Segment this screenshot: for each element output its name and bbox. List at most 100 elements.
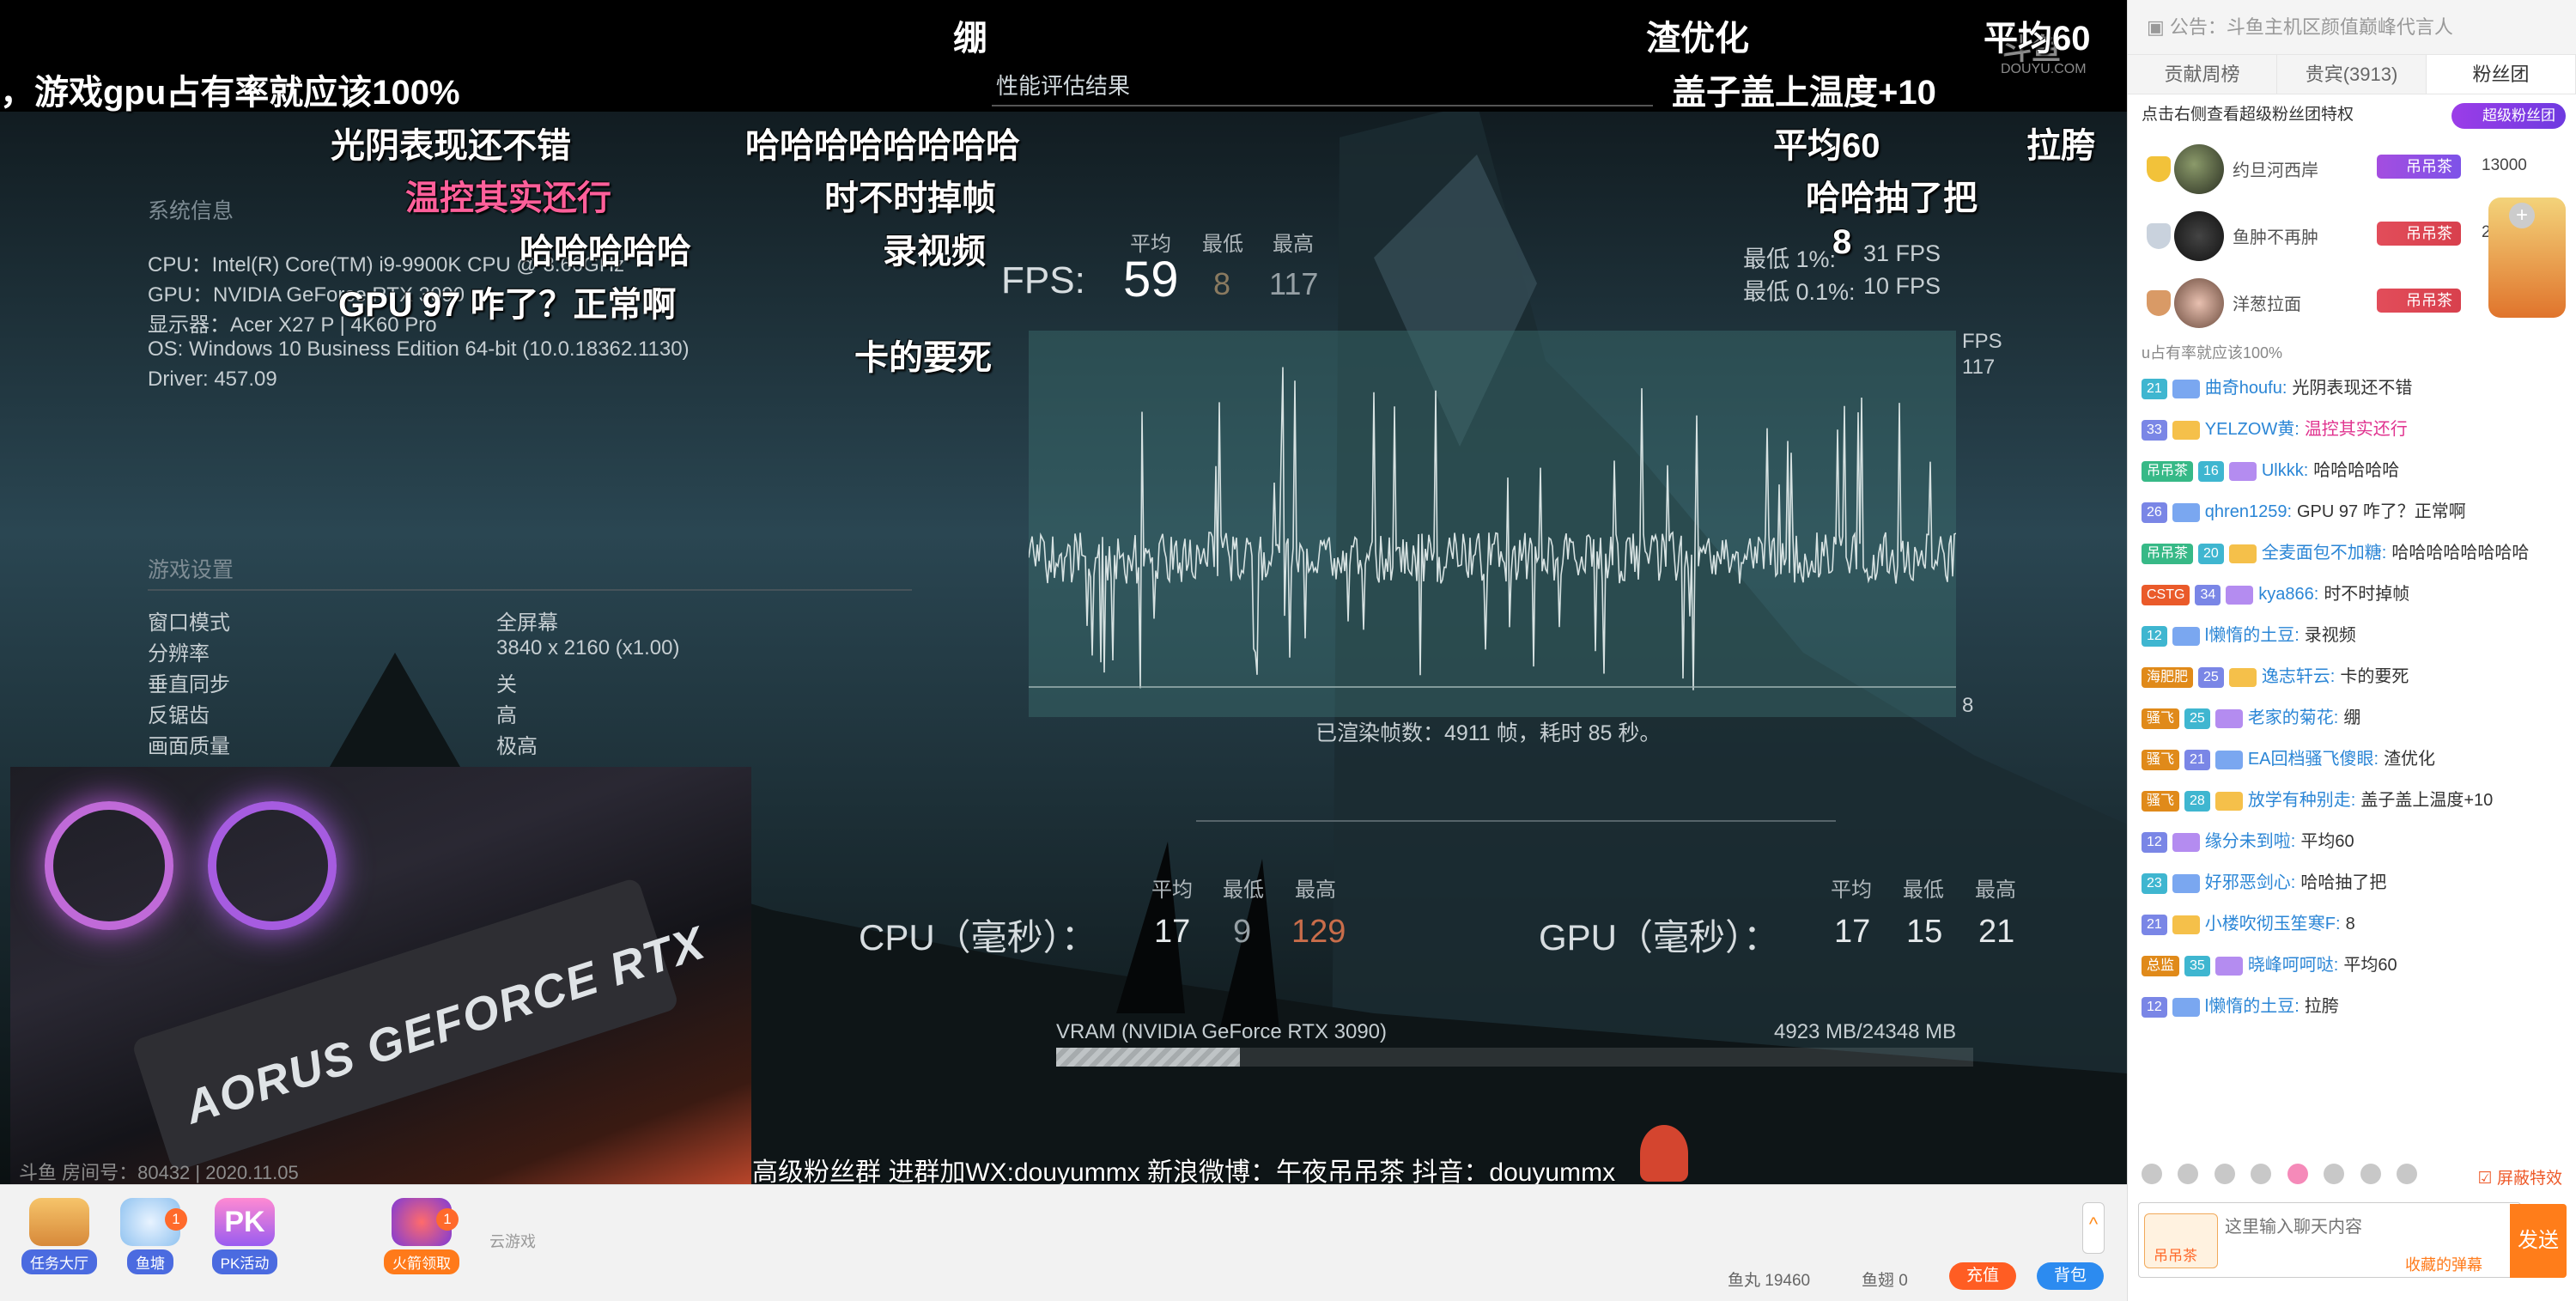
danmaku-comment: GPU 97 咋了？正常啊 [338,286,677,324]
noble-icon [2215,791,2243,811]
chat-message: 12 l懒惰的土豆: 录视频 [2142,620,2561,651]
danmaku-comment: 卡的要死 [854,339,992,377]
chat-username[interactable]: 老家的菊花: [2248,708,2339,727]
chat-input[interactable] [2225,1212,2500,1243]
expand-chevron-up-icon[interactable]: ^ [2082,1202,2105,1254]
noble-icon [2215,750,2243,769]
gift-card[interactable]: 吊吊茶 [2144,1213,2218,1268]
super-fan-club-button[interactable]: 超级粉丝团 [2451,103,2566,129]
chat-username[interactable]: 全麦面包不加糖: [2262,544,2387,562]
recharge-button[interactable]: 充值 [1949,1262,2017,1290]
plus-icon[interactable]: + [2509,203,2535,228]
send-button[interactable]: 发送 [2510,1204,2567,1278]
chat-text: 温控其实还行 [2304,420,2408,439]
danmaku-comment: 8 [1832,223,1852,261]
chat-username[interactable]: 缘分未到啦: [2205,832,2296,851]
noble-icon [2172,420,2200,440]
crown-icon[interactable] [2251,1164,2272,1184]
fan-badge: 总监 [2142,955,2180,976]
saved-danmaku-link[interactable]: 收藏的弹幕 [2405,1253,2482,1275]
shield-effects-toggle[interactable]: ☑ 屏蔽特效 [2478,1165,2562,1189]
fan-icon[interactable] [2287,1164,2308,1184]
chat-text: 光阴表现还不错 [2292,379,2413,398]
fps-label: FPS: [1001,259,1085,301]
rank-level-badge: 吊吊茶 [2377,289,2461,313]
setting-value: 3840 x 2160 (x1.00) [496,636,680,660]
chat-message: 骚飞 28 放学有种别走: 盖子盖上温度+10 [2142,785,2561,816]
chat-username[interactable]: l懒惰的土豆: [2205,626,2300,645]
announcement: ▣ 公告：斗鱼主机区颜值巅峰代言人 [2128,0,2576,55]
rocket-claim-label: 火箭领取 [384,1249,459,1274]
chat-username[interactable]: 逸志轩云: [2262,667,2336,686]
level-badge: 25 [2198,666,2224,688]
chat-list: u占有率就应该100% 21 曲奇houfu: 光阴表现还不错 33 YELZOW黄: 温… [2128,343,2576,1151]
room-info: 斗鱼 房间号：80432 | 2020.11.05 [19,1162,299,1183]
danmaku-comment: 平均60 [1984,20,2091,58]
chat-text: 盖子盖上温度+10 [2360,791,2494,810]
rank-level-badge: 吊吊茶 [2377,155,2461,179]
chat-username[interactable]: Ulkkk: [2262,461,2308,480]
speaker-icon[interactable] [2214,1164,2235,1184]
rank-name: 洋葱拉面 [2233,295,2301,314]
rank-row[interactable]: 约旦河西岸 吊吊茶 13000 [2128,136,2576,203]
avatar [2174,211,2224,261]
tab-vip[interactable]: 贵宾(3913) [2277,55,2427,94]
backpack-button[interactable]: 背包 [2037,1262,2105,1290]
tab-weekly-contribution[interactable]: 贡献周榜 [2128,55,2277,94]
danmaku-comment: 哈哈抽了把 [1806,179,1978,217]
danmaku-comment: 平均60 [1773,127,1880,165]
rank-score: 13000 [2482,156,2527,174]
chat-message: 26 qhren1259: GPU 97 咋了？正常啊 [2142,496,2561,527]
chat-username[interactable]: 放学有种别走: [2248,791,2356,810]
chat-username[interactable]: qhren1259: [2205,502,2292,521]
gpu-max-header: 最高 [1975,878,2016,902]
task-hall-button[interactable]: 任务大厅 [21,1198,98,1274]
cloud-game-link[interactable]: 云游戏 [489,1230,536,1252]
benchmark-title: 性能评估结果 [996,73,1131,99]
gear-icon[interactable] [2360,1164,2381,1184]
noble-icon [2172,379,2200,398]
fps-series-line [1028,367,1957,690]
rank-name: 约旦河西岸 [2233,161,2318,180]
danmaku-comment: 盖子盖上温度+10 [1672,74,1936,112]
rocket-claim-button[interactable]: 火箭领取 1 [383,1198,460,1274]
chat-message: 23 好邪恶剑心: 哈哈抽了把 [2142,867,2561,898]
chat-message: CSTG 34 kya866: 时不时掉帧 [2142,579,2561,610]
chat-input-box[interactable]: 吊吊茶 收藏的弹幕 [2138,1202,2521,1278]
level-badge: 25 [2184,708,2210,729]
link-icon[interactable] [2397,1164,2418,1184]
fps-graph-svg [1028,367,1957,690]
chat-username[interactable]: 曲奇houfu: [2205,379,2287,398]
fan-club-tip-row: 点击右侧查看超级粉丝团特权 超级粉丝团 [2128,94,2576,136]
emoji-icon[interactable] [2142,1164,2162,1184]
cpu-min-header: 最低 [1223,878,1264,902]
chat-username[interactable]: EA回档骚飞傻眼: [2248,750,2379,769]
chat-username[interactable]: 好邪恶剑心: [2205,873,2296,892]
level-badge: 33 [2142,419,2167,441]
cpu-max: 129 [1291,914,1346,950]
fps-graph-top-label: FPS [1962,330,2002,353]
danmaku-comment: 哈哈哈哈哈 [519,233,691,271]
chat-message: 骚飞 25 老家的菊花: 绷 [2142,702,2561,733]
chat-username[interactable]: kya866: [2258,585,2318,604]
fish-pond-button[interactable]: 鱼塘 1 [112,1198,189,1274]
mail-icon[interactable] [2178,1164,2199,1184]
chat-username[interactable]: 晓峰呵呵哒: [2248,956,2339,975]
noble-icon [2228,667,2257,687]
noble-icon[interactable] [2324,1164,2345,1184]
gpu-label: GPU（毫秒）： [1539,917,1780,958]
gpu-min-header: 最低 [1903,878,1944,902]
chat-text: GPU 97 咋了？正常啊 [2297,502,2466,521]
settings-divider [148,589,912,591]
chat-username[interactable]: YELZOW黄: [2205,420,2300,439]
fps-avg: 59 [1123,252,1179,307]
pk-activity-button[interactable]: PK PK活动 [206,1198,283,1274]
chat-username[interactable]: 小楼吹彻玉笙寒F: [2205,915,2341,933]
stream-player[interactable]: 斗鱼 DOUYU.COM 性能评估结果 系统信息 CPU：Intel(R) Co… [0,0,2127,1184]
ticker-text: 高级粉丝群 进群加WX:douyummx 新浪微博：午夜吊吊茶 抖音：douyu… [752,1158,1616,1184]
chat-username[interactable]: l懒惰的土豆: [2205,997,2300,1016]
tab-fan-club[interactable]: 粉丝团 [2427,55,2576,94]
fps-low01-label: 最低 0.1%: [1743,279,1856,305]
noble-icon [2172,915,2200,934]
chat-message: 12 l懒惰的土豆: 拉胯 [2142,991,2561,1022]
